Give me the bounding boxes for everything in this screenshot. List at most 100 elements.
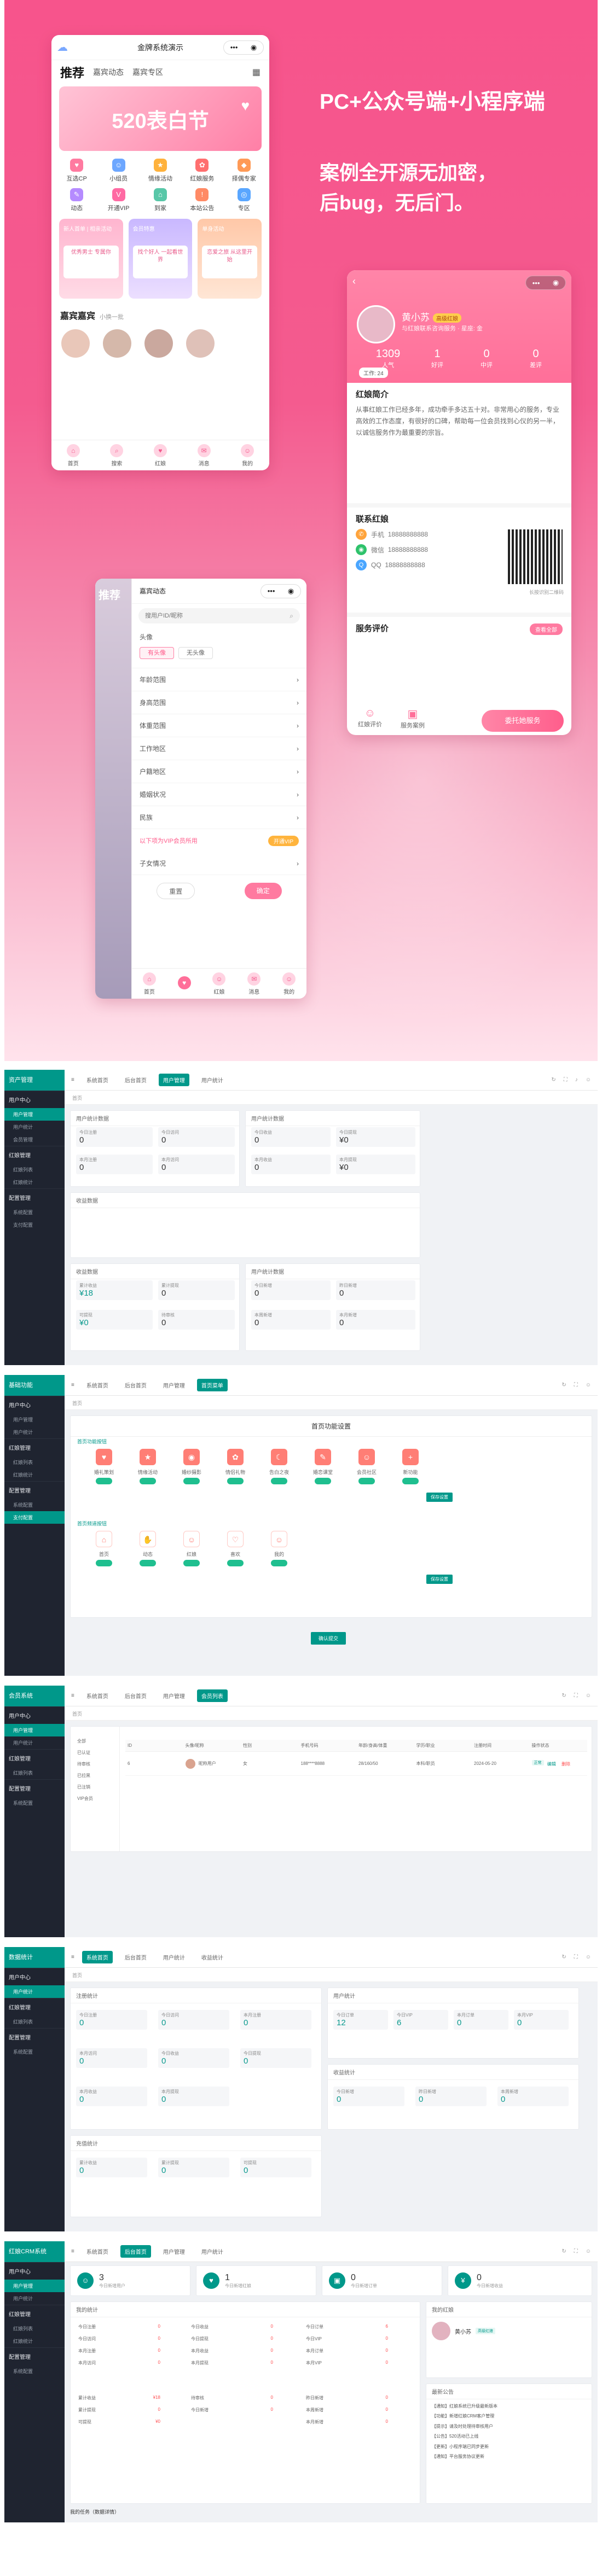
close-capsule-icon[interactable]: ◉ bbox=[553, 278, 559, 287]
close-capsule-icon[interactable]: ◉ bbox=[251, 35, 257, 60]
tab-recommend[interactable]: 推荐 bbox=[95, 579, 131, 610]
channel-icon-box[interactable]: ☺ 红娘 bbox=[175, 1531, 209, 1570]
miniapp-capsule[interactable]: ••• ◉ bbox=[261, 584, 301, 598]
menu-icon-box[interactable]: ◉ 婚纱摄影 bbox=[175, 1449, 209, 1488]
bell-icon[interactable]: ♪ bbox=[575, 1077, 578, 1083]
tab-center[interactable]: ♥ bbox=[177, 976, 191, 991]
tab-matchmaker[interactable]: ♥ 红娘 bbox=[153, 444, 167, 467]
sidebar-group[interactable]: 红娘管理 bbox=[4, 1146, 65, 1163]
filter-age[interactable]: 年龄范围 › bbox=[132, 668, 306, 691]
sidebar-item[interactable]: 系统配置 bbox=[4, 1206, 65, 1219]
user-icon[interactable]: ☺ bbox=[586, 1954, 591, 1960]
guest-avatar[interactable] bbox=[186, 329, 215, 358]
toggle-switch[interactable] bbox=[315, 1478, 331, 1484]
tab[interactable]: 收益统计 bbox=[197, 1951, 228, 1963]
refresh-icon[interactable]: ↻ bbox=[562, 1382, 566, 1388]
breadcrumb-home[interactable]: 首页 bbox=[72, 1095, 82, 1101]
tab-matchmaker[interactable]: ☺ 红娘 bbox=[212, 972, 226, 995]
sidebar-item[interactable]: 红娘列表 bbox=[4, 2015, 65, 2028]
icon-expert[interactable]: ◆ 择偶专家 bbox=[223, 159, 265, 183]
more-icon[interactable]: ••• bbox=[230, 35, 238, 60]
sidebar-group[interactable]: 用户中心 bbox=[4, 1968, 65, 1985]
matchmaker-card[interactable]: 黄小苏 高级红娘 bbox=[426, 2317, 592, 2345]
sidebar-group[interactable]: 用户中心 bbox=[4, 2262, 65, 2280]
toggle-switch[interactable] bbox=[271, 1478, 287, 1484]
sidebar-group[interactable]: 用户中心 bbox=[4, 1396, 65, 1413]
tab-home[interactable]: ⌂ 首页 bbox=[142, 972, 156, 995]
news-item[interactable]: 【功能】新增红娘CRM客户管理 bbox=[432, 2411, 586, 2421]
sidebar-group[interactable]: 配置管理 bbox=[4, 1779, 65, 1797]
tab[interactable]: 系统首页 bbox=[82, 1689, 113, 1702]
menu-icon[interactable]: ≡ bbox=[71, 1077, 74, 1083]
sidebar-item[interactable]: 会员管理 bbox=[4, 1133, 65, 1146]
user-icon[interactable]: ☺ bbox=[586, 1693, 591, 1699]
grid-icon[interactable]: ▦ bbox=[252, 67, 261, 78]
toggle-switch[interactable] bbox=[183, 1478, 200, 1484]
tab-user-stats[interactable]: 用户统计 bbox=[197, 1074, 228, 1086]
promo-card[interactable]: 单身活动 恋爱之旅 从这里开始 bbox=[198, 219, 262, 299]
fullscreen-icon[interactable]: ⛶ bbox=[574, 1954, 578, 1960]
sidebar-item[interactable]: 支付配置 bbox=[4, 1511, 65, 1524]
menu-icon-box[interactable]: ☾ 告白之夜 bbox=[262, 1449, 296, 1488]
filter-children[interactable]: 子女情况 › bbox=[132, 852, 306, 875]
guest-avatar[interactable] bbox=[61, 329, 90, 358]
filter-item[interactable]: 待审核 bbox=[71, 1758, 119, 1770]
channel-icon-box[interactable]: ♡ 喜欢 bbox=[218, 1531, 252, 1570]
sidebar-group[interactable]: 用户中心 bbox=[4, 1091, 65, 1108]
icon-cp[interactable]: ♥ 互选CP bbox=[56, 159, 97, 183]
menu-icon-box[interactable]: ☺ 会员社区 bbox=[350, 1449, 384, 1488]
filter-ethnic[interactable]: 民族 › bbox=[132, 806, 306, 829]
toggle-switch[interactable] bbox=[96, 1478, 112, 1484]
tab[interactable]: 用户管理 bbox=[159, 1689, 189, 1702]
tab[interactable]: 用户管理 bbox=[159, 1379, 189, 1391]
toggle-switch[interactable] bbox=[140, 1478, 156, 1484]
sidebar-item[interactable]: 系统配置 bbox=[4, 2365, 65, 2377]
breadcrumb-home[interactable]: 首页 bbox=[72, 1401, 82, 1406]
icon-vip[interactable]: V 开通VIP bbox=[97, 188, 139, 212]
sidebar-item[interactable]: 用户统计 bbox=[4, 1736, 65, 1749]
tab-user-manage[interactable]: 用户管理 bbox=[158, 1074, 189, 1086]
menu-icon-box[interactable]: ✿ 情侣礼物 bbox=[218, 1449, 252, 1488]
edit-link[interactable]: 编辑 bbox=[545, 1762, 558, 1767]
tab-dynamics[interactable]: 嘉宾动态 bbox=[93, 67, 124, 78]
filter-item[interactable]: 已注销 bbox=[71, 1781, 119, 1793]
refresh-icon[interactable]: ↻ bbox=[551, 1077, 555, 1083]
channel-icon-box[interactable]: ✋ 动态 bbox=[131, 1531, 165, 1570]
menu-icon-box[interactable]: ♥ 婚礼策划 bbox=[87, 1449, 121, 1488]
menu-icon-box[interactable]: ✎ 婚恋课堂 bbox=[306, 1449, 340, 1488]
breadcrumb-home[interactable]: 首页 bbox=[72, 1711, 82, 1717]
sidebar-item[interactable]: 用户管理 bbox=[4, 1413, 65, 1426]
guest-avatar[interactable] bbox=[103, 329, 131, 358]
icon-moments[interactable]: ✎ 动态 bbox=[56, 188, 97, 212]
toggle-switch[interactable] bbox=[140, 1560, 156, 1566]
sidebar-item[interactable]: 支付配置 bbox=[4, 1219, 65, 1231]
sidebar-group[interactable]: 红娘管理 bbox=[4, 2305, 65, 2322]
filter-item[interactable]: VIP会员 bbox=[71, 1793, 119, 1804]
icon-home[interactable]: ⌂ 到家 bbox=[140, 188, 181, 212]
icon-notice[interactable]: ! 本站公告 bbox=[181, 188, 223, 212]
tab-admin-home[interactable]: 后台首页 bbox=[120, 1074, 151, 1086]
reset-button[interactable]: 重置 bbox=[157, 883, 195, 899]
tab-mine[interactable]: ☺ 我的 bbox=[282, 972, 296, 995]
news-item[interactable]: 【通知】红娘系统已升级最新版本 bbox=[432, 2402, 586, 2411]
tab-mine[interactable]: ☺ 我的 bbox=[241, 444, 254, 467]
search-bar[interactable]: ⌕ bbox=[138, 608, 300, 623]
tab[interactable]: 首页菜单 bbox=[196, 1379, 228, 1391]
sidebar-item[interactable]: 系统配置 bbox=[4, 1499, 65, 1511]
fullscreen-icon[interactable]: ⛶ bbox=[574, 1382, 578, 1388]
toggle-switch[interactable] bbox=[402, 1478, 419, 1484]
pill-has-avatar[interactable]: 有头像 bbox=[140, 647, 174, 659]
filter-marital[interactable]: 婚姻状况 › bbox=[132, 783, 306, 806]
sidebar-group[interactable]: 配置管理 bbox=[4, 1481, 65, 1499]
tab[interactable]: 系统首页 bbox=[82, 1951, 113, 1963]
fullscreen-icon[interactable]: ⛶ bbox=[564, 1077, 568, 1083]
news-item[interactable]: 【公告】520活动已上线 bbox=[432, 2432, 586, 2441]
icon-group[interactable]: ☺ 小组员 bbox=[97, 159, 139, 183]
icon-zone[interactable]: ◎ 专区 bbox=[223, 188, 265, 212]
sidebar-group[interactable]: 配置管理 bbox=[4, 1188, 65, 1206]
table-row[interactable]: 6 昵称用户 女 188****8888 28/160/50 本科/职员 202… bbox=[125, 1752, 587, 1776]
filter-item[interactable]: 已拉黑 bbox=[71, 1770, 119, 1781]
tab[interactable]: 用户统计 bbox=[159, 1951, 189, 1963]
menu-icon-box[interactable]: + 新功能 bbox=[393, 1449, 427, 1488]
filter-height[interactable]: 身高范围 › bbox=[132, 691, 306, 714]
